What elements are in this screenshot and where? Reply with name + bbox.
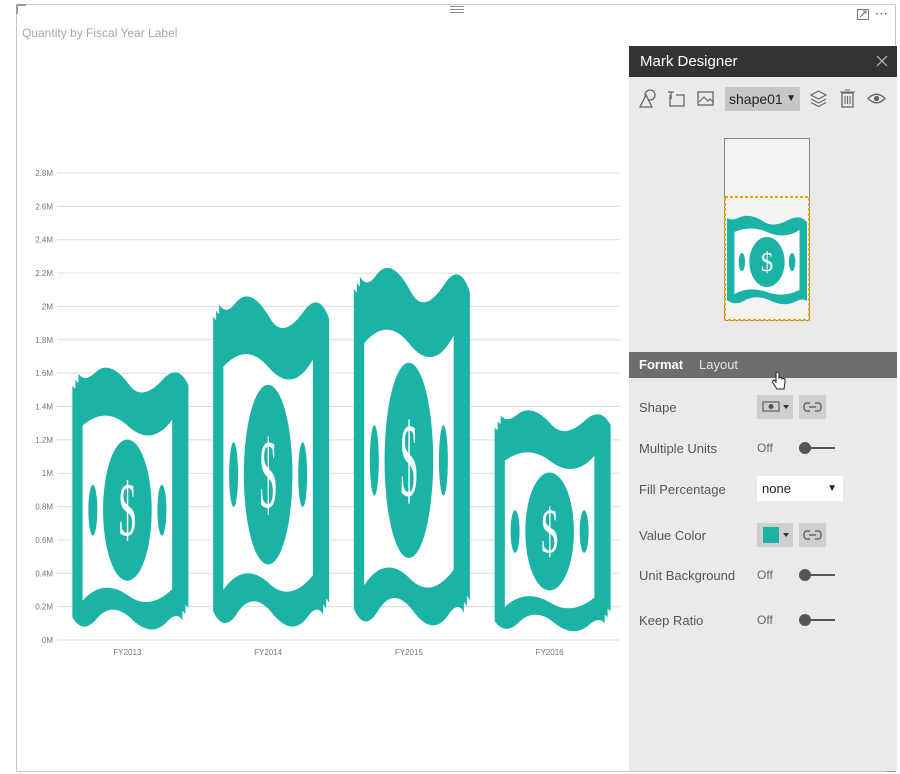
fill-percentage-value: none (762, 481, 791, 496)
link-button[interactable] (799, 395, 826, 419)
dropdown-arrow-icon: ▼ (827, 483, 837, 494)
y-tick-label: 0.8M (35, 503, 53, 512)
multiple-units-label: Multiple Units (639, 441, 718, 456)
mark-preview-canvas[interactable] (724, 138, 810, 321)
shape-label: Shape (639, 400, 677, 415)
bar-mark[interactable] (353, 267, 470, 626)
delete-icon[interactable] (838, 89, 857, 108)
x-tick-label: FY2015 (395, 648, 424, 657)
hand-cursor-icon (772, 371, 786, 390)
link-icon (803, 530, 822, 540)
fill-percentage-select[interactable]: none ▼ (757, 476, 843, 501)
focus-mode-icon[interactable] (857, 9, 869, 20)
tab-format[interactable]: Format (639, 352, 683, 378)
y-tick-label: 1.2M (35, 436, 53, 445)
y-tick-label: 1.6M (35, 369, 53, 378)
bar-mark[interactable] (213, 296, 330, 627)
y-tick-label: 0M (42, 636, 53, 645)
x-tick-label: FY2016 (536, 648, 565, 657)
y-tick-label: 2.4M (35, 236, 53, 245)
preview-eye-icon[interactable] (867, 89, 886, 108)
dropdown-arrow-icon: ▼ (786, 93, 796, 104)
color-swatch (763, 527, 779, 543)
tab-layout[interactable]: Layout (699, 352, 738, 378)
y-tick-label: 0.6M (35, 536, 53, 545)
image-icon[interactable] (696, 89, 715, 108)
y-tick-label: 1M (42, 469, 53, 478)
close-icon[interactable] (876, 55, 888, 67)
format-layout-tabs: Format Layout (629, 352, 897, 378)
shape-selector-value: shape01 (729, 91, 783, 107)
dropdown-arrow-icon (783, 533, 789, 537)
designer-toolbar: shape01 ▼ (629, 77, 897, 117)
link-button[interactable] (799, 523, 826, 547)
unit-background-label: Unit Background (639, 568, 736, 583)
unit-background-state: Off (757, 568, 773, 582)
multiple-units-toggle[interactable] (799, 441, 835, 455)
y-tick-label: 1.4M (35, 403, 53, 412)
more-options-icon[interactable]: ⋯ (875, 6, 889, 22)
mark-designer-panel: Mark Designer shape01 ▼ Format Layout Sh… (629, 46, 897, 771)
panel-header: Mark Designer (629, 46, 897, 77)
y-tick-label: 2.2M (35, 269, 53, 278)
unit-background-toggle[interactable] (799, 568, 835, 582)
shape-selector[interactable]: shape01 ▼ (725, 87, 800, 111)
x-tick-label: FY2014 (254, 648, 283, 657)
link-icon (803, 402, 822, 412)
panel-title: Mark Designer (640, 53, 738, 70)
fill-percentage-label: Fill Percentage (639, 482, 726, 497)
multiple-units-state: Off (757, 441, 773, 455)
bar-mark[interactable] (72, 367, 189, 630)
keep-ratio-state: Off (757, 613, 773, 627)
y-tick-label: 1.8M (35, 336, 53, 345)
visual-container[interactable]: ⋯ Quantity by Fiscal Year Label 0M 0.2M 0.… (16, 4, 897, 772)
value-color-label: Value Color (639, 528, 706, 543)
keep-ratio-label: Keep Ratio (639, 613, 704, 628)
value-color-picker[interactable] (757, 523, 793, 547)
layers-icon[interactable] (809, 89, 828, 108)
y-tick-label: 0.4M (35, 569, 53, 578)
money-bill-icon (762, 401, 789, 412)
text-box-icon[interactable] (667, 89, 686, 108)
y-tick-label: 2.6M (35, 202, 53, 211)
bar-chart: 0M 0.2M 0.4M 0.6M 0.8M 1M 1.2M 1.4M 1.6M 1.8M 2M 2.… (35, 169, 620, 657)
y-tick-label: 2M (42, 302, 53, 311)
shapes-icon[interactable] (638, 89, 657, 108)
shape-picker-button[interactable] (757, 395, 793, 419)
bar-mark[interactable] (494, 410, 611, 632)
y-tick-label: 2.8M (35, 169, 53, 178)
x-tick-label: FY2013 (113, 648, 142, 657)
y-tick-label: 0.2M (35, 603, 53, 612)
keep-ratio-toggle[interactable] (799, 613, 835, 627)
